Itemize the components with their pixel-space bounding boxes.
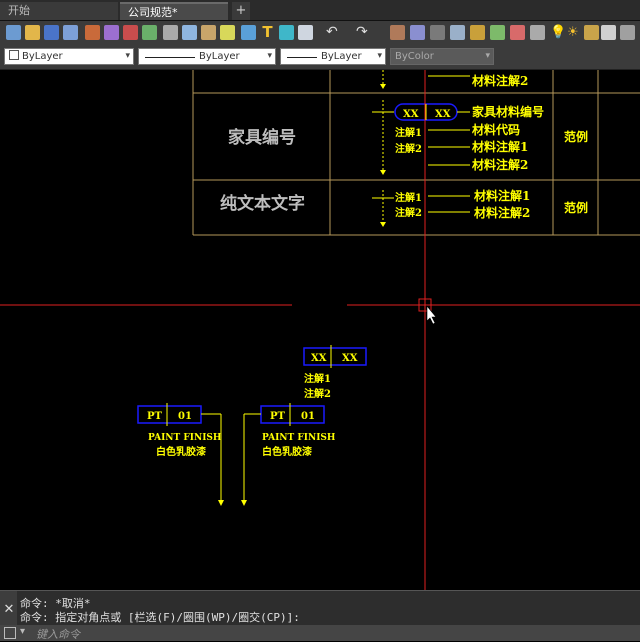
cut-icon[interactable] xyxy=(163,25,178,40)
tag-pt-b-line1: PAINT FINISH xyxy=(262,433,336,443)
tag-pt-a-left: PT xyxy=(147,411,163,422)
row-plaintext-title: 纯文本文字 xyxy=(220,193,305,214)
tag-xx-note-1: 注解1 xyxy=(304,372,331,385)
zoom-window-icon[interactable] xyxy=(430,25,445,40)
properties-toolbar: ByLayer ▾ ByLayer ▾ ByLayer ▾ ByColor ▾ xyxy=(0,45,640,70)
plotstyle-dropdown: ByColor ▾ xyxy=(390,48,494,65)
layer-state-icon[interactable] xyxy=(601,25,616,40)
chevron-down-icon: ▾ xyxy=(485,51,490,61)
tag-pt-a-line2: 白色乳胶漆 xyxy=(156,445,206,458)
3d-dwf-icon[interactable] xyxy=(142,25,157,40)
plaintext-tag-symbol: 注解1 注解2 xyxy=(372,190,470,227)
furniture-legend: 家具材料编号 材料代码 材料注解1 材料注解2 xyxy=(471,104,544,172)
tool-palettes-icon[interactable] xyxy=(490,25,505,40)
legend-line: 家具材料编号 xyxy=(472,104,544,119)
tag-pt-b-right: 01 xyxy=(301,411,315,422)
undo-icon[interactable]: ↶ xyxy=(326,25,341,40)
new-tab-button[interactable]: + xyxy=(232,2,250,20)
chevron-down-icon: ▾ xyxy=(377,51,382,61)
light-icon[interactable]: 💡 xyxy=(550,25,566,40)
tag-xx-block[interactable]: XX XX 注解1 注解2 xyxy=(303,345,367,400)
tag-xx-note-2: 注解2 xyxy=(304,387,331,400)
furniture-tag-symbol: XX XX 注解1 注解2 xyxy=(372,100,470,175)
legend-line: 材料注解2 xyxy=(471,157,528,172)
legend-line: 材料代码 xyxy=(471,122,520,137)
color-value: ByLayer xyxy=(22,51,63,62)
plaintext-note-1: 注解1 xyxy=(395,191,422,204)
chevron-down-icon: ▾ xyxy=(267,51,272,61)
linetype-preview xyxy=(145,57,195,58)
zoom-icon[interactable] xyxy=(410,25,425,40)
lineweight-dropdown[interactable]: ByLayer ▾ xyxy=(280,48,386,65)
furniture-note-1: 注解1 xyxy=(395,126,422,139)
plotstyle-value: ByColor xyxy=(395,51,434,62)
chevron-down-icon: ▾ xyxy=(125,51,130,61)
new-icon[interactable] xyxy=(6,25,21,40)
tag-xx-left: XX xyxy=(311,353,327,364)
plot-preview-icon[interactable] xyxy=(104,25,119,40)
furniture-tag-left: XX xyxy=(403,109,419,120)
row-top-label: 材料注解2 xyxy=(471,73,528,88)
command-history-line: 命令: 指定对角点或 [栏选(F)/圈围(WP)/圈交(CP)]: xyxy=(20,611,300,624)
color-dropdown[interactable]: ByLayer ▾ xyxy=(4,48,134,65)
legend-line: 材料注解2 xyxy=(473,205,530,220)
command-customize-icon[interactable] xyxy=(4,627,16,639)
plaintext-legend: 材料注解1 材料注解2 xyxy=(473,188,530,220)
lock-icon[interactable] xyxy=(584,25,599,40)
publish-icon[interactable] xyxy=(123,25,138,40)
paste-icon[interactable] xyxy=(201,25,216,40)
tab-current-drawing[interactable]: 公司规范* xyxy=(120,2,228,20)
table-icon[interactable] xyxy=(298,25,313,40)
furniture-tag-right: XX xyxy=(435,109,451,120)
tag-pt-a-right: 01 xyxy=(178,411,192,422)
tag-xx-right: XX xyxy=(342,353,358,364)
block-editor-icon[interactable] xyxy=(241,25,256,40)
legend-line: 材料注解1 xyxy=(473,188,530,203)
layer-icon[interactable] xyxy=(530,25,545,40)
lineweight-value: ByLayer xyxy=(321,51,362,62)
close-icon[interactable]: ✕ xyxy=(2,603,16,617)
row-furniture-example: 范例 xyxy=(564,129,588,144)
command-input-bar[interactable]: ▾ 键入命令 xyxy=(0,625,640,641)
tag-pt-b-line2: 白色乳胶漆 xyxy=(262,445,312,458)
crosshair-cursor xyxy=(0,70,640,590)
sun-icon[interactable]: ☀ xyxy=(567,25,582,40)
linetype-dropdown[interactable]: ByLayer ▾ xyxy=(138,48,276,65)
sheet-set-icon[interactable] xyxy=(510,25,525,40)
legend-line: 材料注解1 xyxy=(471,139,528,154)
redo-icon[interactable]: ↷ xyxy=(356,25,371,40)
standard-toolbar: T ↶ ↷ 💡 ☀ xyxy=(0,21,640,46)
match-properties-icon[interactable] xyxy=(220,25,235,40)
row-plaintext-example: 范例 xyxy=(564,200,588,215)
tag-pt-block-a[interactable]: PT 01 PAINT FINISH 白色乳胶漆 xyxy=(137,403,224,506)
text-icon[interactable]: T xyxy=(260,25,275,40)
drawing-canvas[interactable]: 材料注解2 家具编号 XX XX 注解1 注解2 家具材料编号 材料代码 材料注… xyxy=(0,70,640,590)
chevron-down-icon[interactable]: ▾ xyxy=(20,626,25,637)
tag-pt-block-b[interactable]: PT 01 PAINT FINISH 白色乳胶漆 xyxy=(241,403,336,506)
lineweight-preview xyxy=(287,57,317,58)
plaintext-note-2: 注解2 xyxy=(395,206,422,219)
tab-start[interactable]: 开始 xyxy=(0,2,118,20)
document-tab-bar: 开始 公司规范* + xyxy=(0,0,640,21)
saveas-icon[interactable] xyxy=(63,25,78,40)
design-center-icon[interactable] xyxy=(470,25,485,40)
row-furniture-title: 家具编号 xyxy=(228,127,296,148)
open-icon[interactable] xyxy=(25,25,40,40)
pan-icon[interactable] xyxy=(390,25,405,40)
copy-icon[interactable] xyxy=(182,25,197,40)
color-swatch xyxy=(9,50,19,60)
properties-icon[interactable] xyxy=(450,25,465,40)
save-icon[interactable] xyxy=(44,25,59,40)
furniture-note-2: 注解2 xyxy=(395,142,422,155)
layer-freeze-icon[interactable] xyxy=(620,25,635,40)
plot-icon[interactable] xyxy=(85,25,100,40)
row-top-fragment: 材料注解2 xyxy=(380,70,528,89)
linetype-value: ByLayer xyxy=(199,51,240,62)
tag-pt-b-left: PT xyxy=(270,411,286,422)
tag-pt-a-line1: PAINT FINISH xyxy=(148,433,222,443)
hatch-icon[interactable] xyxy=(279,25,294,40)
command-line-panel: ✕ 命令: *取消* 命令: 指定对角点或 [栏选(F)/圈围(WP)/圈交(C… xyxy=(0,590,640,641)
